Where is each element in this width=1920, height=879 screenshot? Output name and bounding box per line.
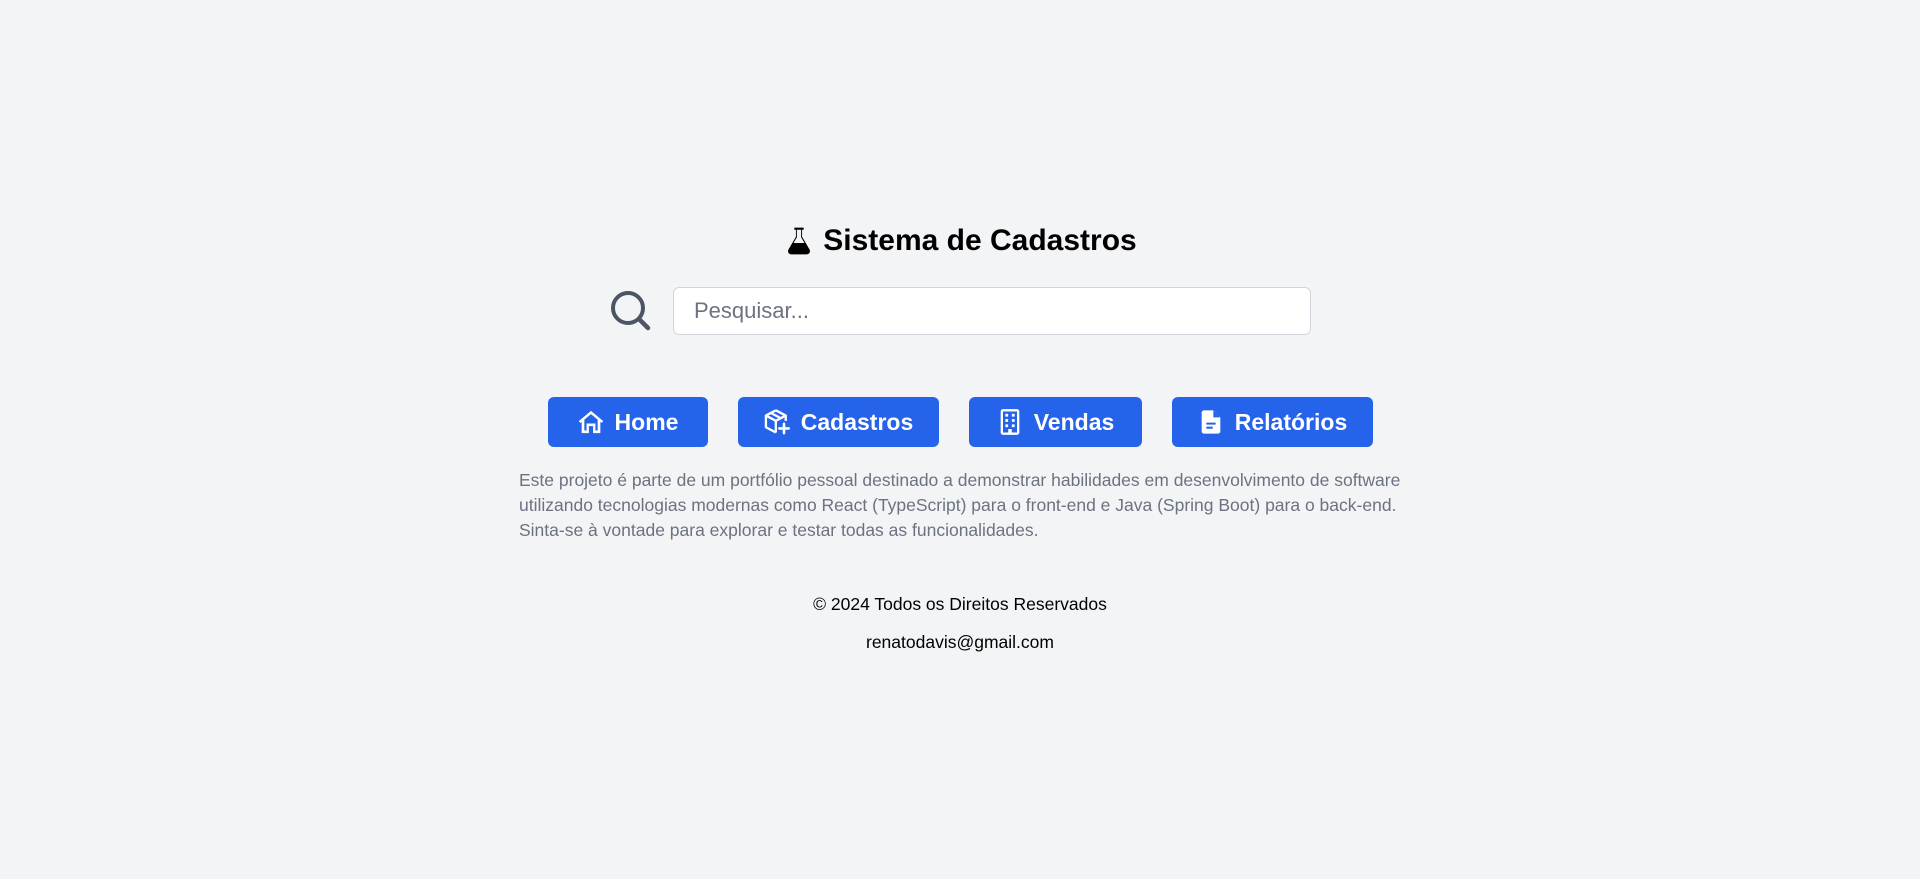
vendas-button-label: Vendas (1033, 408, 1115, 435)
cadastros-button[interactable]: Cadastros (737, 397, 939, 447)
cadastros-button-label: Cadastros (800, 408, 914, 435)
project-description: Este projeto é parte de um portfólio pes… (519, 468, 1419, 543)
building-icon (996, 408, 1024, 436)
page: Sistema de Cadastros Home (0, 0, 1920, 879)
home-button[interactable]: Home (547, 397, 708, 447)
vendas-button[interactable]: Vendas (968, 397, 1142, 447)
footer-email: renatodavis@gmail.com (866, 632, 1054, 652)
page-title: Sistema de Cadastros (0, 224, 1920, 258)
description-line: Este projeto é parte de um portfólio pes… (519, 470, 1401, 490)
main-nav: Home Cadastros Vendas Relatórios (0, 397, 1920, 447)
search-row (610, 287, 1311, 335)
home-button-label: Home (614, 408, 679, 435)
description-line: utilizando tecnologias modernas como Rea… (519, 495, 1397, 515)
relatorios-button[interactable]: Relatórios (1171, 397, 1373, 447)
home-icon (577, 408, 605, 436)
box-plus-icon (763, 408, 791, 436)
search-input[interactable] (673, 287, 1311, 335)
flask-icon (783, 225, 815, 257)
relatorios-button-label: Relatórios (1234, 408, 1348, 435)
footer-copyright: © 2024 Todos os Direitos Reservados (813, 594, 1107, 614)
page-title-text: Sistema de Cadastros (823, 224, 1137, 257)
document-icon (1197, 408, 1225, 436)
search-icon[interactable] (610, 290, 652, 332)
description-line: Sinta-se à vontade para explorar e testa… (519, 520, 1039, 540)
